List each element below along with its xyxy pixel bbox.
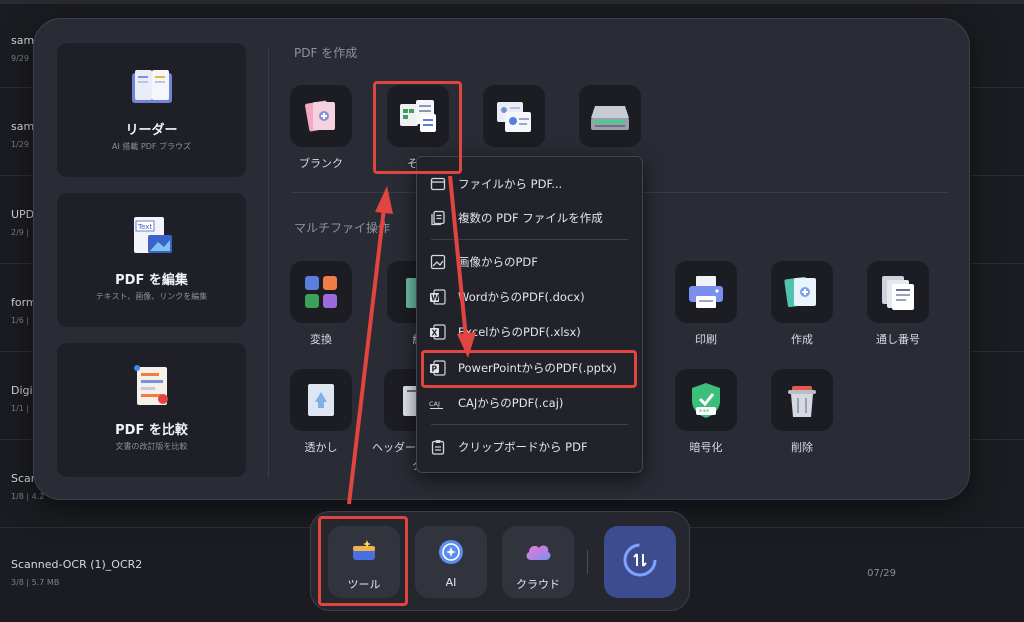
arrow-up-head [375,186,393,214]
arrow-down-line [448,175,468,339]
arrow-down-head [457,332,476,358]
annotation-arrows [347,175,476,505]
arrow-up-line [347,207,386,505]
